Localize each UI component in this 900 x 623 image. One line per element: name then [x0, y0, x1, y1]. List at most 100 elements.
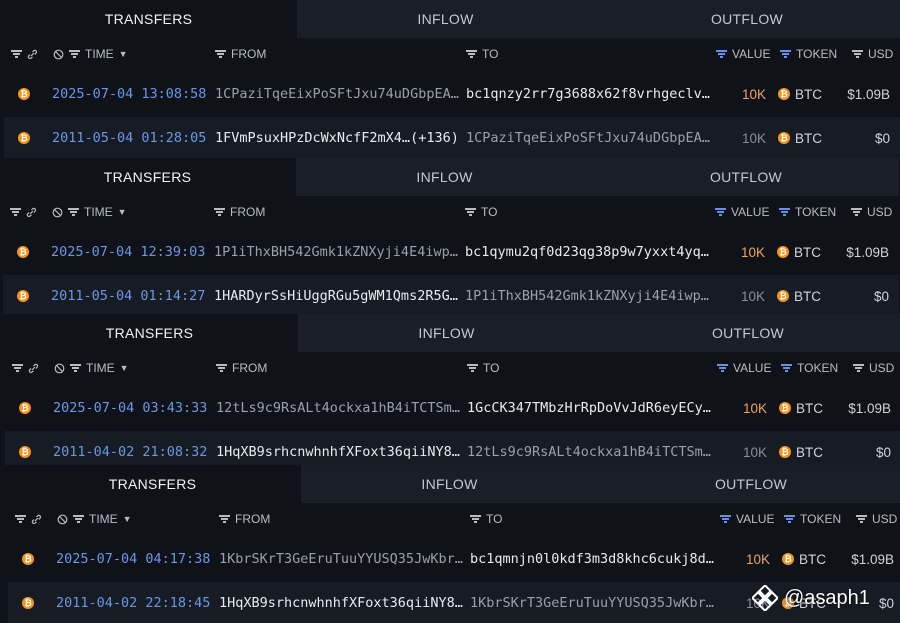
filter-active-icon[interactable]: [784, 515, 795, 523]
filter-icon[interactable]: [466, 50, 477, 58]
column-time[interactable]: TIME: [85, 47, 114, 61]
column-token[interactable]: TOKEN: [796, 47, 837, 61]
filter-icon[interactable]: [12, 364, 23, 372]
tab-inflow[interactable]: INFLOW: [297, 0, 594, 38]
hide-icon[interactable]: [54, 363, 65, 374]
tx-time[interactable]: 2011-05-04 01:28:05: [52, 117, 206, 159]
tab-inflow[interactable]: INFLOW: [298, 314, 595, 352]
column-usd[interactable]: USD: [869, 361, 894, 375]
tab-transfers[interactable]: TRANSFERS: [1, 314, 298, 352]
tab-inflow[interactable]: INFLOW: [301, 465, 598, 503]
table-row[interactable]: ₿ 2025-07-04 13:08:58 1CPaziTqeEixPoSFtJ…: [4, 73, 900, 115]
filter-icon[interactable]: [465, 208, 476, 216]
column-token[interactable]: TOKEN: [795, 205, 836, 219]
table-row[interactable]: ₿ 2025-07-04 03:43:33 12tLs9c9RsALt4ockx…: [5, 387, 900, 429]
link-icon[interactable]: [28, 363, 39, 374]
tx-time[interactable]: 2025-07-04 12:39:03: [51, 231, 205, 273]
filter-active-icon[interactable]: [779, 208, 790, 216]
table-row[interactable]: ₿ 2011-05-04 01:14:27 1HARDyrSsHiUggRGu5…: [3, 275, 899, 317]
tx-time[interactable]: 2025-07-04 13:08:58: [52, 73, 206, 115]
tx-to-address[interactable]: 1KbrSKrT3GeEruTuuYYUSQ35JwKbr…: [470, 582, 714, 623]
filter-icon[interactable]: [856, 515, 867, 523]
tx-from-address[interactable]: 1CPaziTqeEixPoSFtJxu74uDGbpEA…: [215, 73, 459, 115]
sort-caret-icon[interactable]: ▼: [118, 207, 127, 217]
filter-icon[interactable]: [467, 364, 478, 372]
sort-caret-icon[interactable]: ▼: [123, 514, 132, 524]
tx-from-address[interactable]: 1HARDyrSsHiUggRGu5gWM1Qms2R5G…: [214, 275, 458, 317]
tx-to-address[interactable]: bc1qymu2qf0d23qg38p9w7yxxt4yq…: [465, 231, 709, 273]
filter-icon[interactable]: [70, 364, 81, 372]
tx-from-address[interactable]: 1FVmPsuxHPzDcWxNcfF2mX4…(+136): [215, 117, 459, 159]
filter-icon[interactable]: [216, 364, 227, 372]
column-token[interactable]: TOKEN: [800, 512, 841, 526]
tx-from-address[interactable]: 1HqXB9srhcnwhnhfXFoxt36qiiNY8…: [219, 582, 463, 623]
tab-transfers[interactable]: TRANSFERS: [4, 465, 301, 503]
tx-time[interactable]: 2025-07-04 04:17:38: [56, 538, 210, 580]
column-value[interactable]: VALUE: [732, 47, 770, 61]
filter-icon[interactable]: [10, 208, 21, 216]
column-to[interactable]: TO: [482, 47, 498, 61]
table-row[interactable]: ₿ 2025-07-04 04:17:38 1KbrSKrT3GeEruTuuY…: [8, 538, 900, 580]
column-token[interactable]: TOKEN: [797, 361, 838, 375]
filter-icon[interactable]: [219, 515, 230, 523]
column-to[interactable]: TO: [481, 205, 497, 219]
filter-icon[interactable]: [215, 50, 226, 58]
link-icon[interactable]: [26, 207, 37, 218]
tx-time[interactable]: 2011-04-02 22:18:45: [56, 582, 210, 623]
filter-icon[interactable]: [15, 515, 26, 523]
tx-to-address[interactable]: 1GcCK347TMbzHrRpDoVvJdR6eyECy…: [467, 387, 711, 429]
column-to[interactable]: TO: [483, 361, 499, 375]
tx-to-address[interactable]: bc1qmnjn0l0kdf3m3d8khc6cukj8d…: [470, 538, 714, 580]
column-value[interactable]: VALUE: [731, 205, 769, 219]
tx-time[interactable]: 2025-07-04 03:43:33: [53, 387, 207, 429]
tab-outflow[interactable]: OUTFLOW: [593, 158, 899, 196]
filter-icon[interactable]: [853, 364, 864, 372]
tx-time[interactable]: 2011-05-04 01:14:27: [51, 275, 205, 317]
tx-to-address[interactable]: 1P1iThxBH542Gmk1kZNXyji4E4iwp…: [465, 275, 709, 317]
tx-from-address[interactable]: 1P1iThxBH542Gmk1kZNXyji4E4iwp…: [214, 231, 458, 273]
tab-inflow[interactable]: INFLOW: [296, 158, 593, 196]
column-from[interactable]: FROM: [231, 47, 266, 61]
table-row[interactable]: ₿ 2011-05-04 01:28:05 1FVmPsuxHPzDcWxNcf…: [4, 117, 900, 159]
column-value[interactable]: VALUE: [733, 361, 771, 375]
table-row[interactable]: ₿ 2025-07-04 12:39:03 1P1iThxBH542Gmk1kZ…: [3, 231, 899, 273]
sort-caret-icon[interactable]: ▼: [119, 49, 128, 59]
column-time[interactable]: TIME: [86, 361, 115, 375]
column-usd[interactable]: USD: [868, 47, 893, 61]
tab-transfers[interactable]: TRANSFERS: [0, 0, 297, 38]
tx-to-address[interactable]: 1CPaziTqeEixPoSFtJxu74uDGbpEA…: [466, 117, 710, 159]
filter-icon[interactable]: [470, 515, 481, 523]
column-from[interactable]: FROM: [232, 361, 267, 375]
filter-active-icon[interactable]: [716, 50, 727, 58]
filter-icon[interactable]: [214, 208, 225, 216]
link-icon[interactable]: [27, 49, 38, 60]
hide-icon[interactable]: [57, 514, 68, 525]
tx-from-address[interactable]: 1KbrSKrT3GeEruTuuYYUSQ35JwKbr…: [219, 538, 463, 580]
tab-transfers[interactable]: TRANSFERS: [0, 158, 296, 196]
filter-active-icon[interactable]: [780, 50, 791, 58]
hide-icon[interactable]: [52, 207, 63, 218]
filter-icon[interactable]: [851, 208, 862, 216]
filter-icon[interactable]: [69, 50, 80, 58]
filter-icon[interactable]: [73, 515, 84, 523]
filter-icon[interactable]: [11, 50, 22, 58]
sort-caret-icon[interactable]: ▼: [120, 363, 129, 373]
column-usd[interactable]: USD: [867, 205, 892, 219]
tab-outflow[interactable]: OUTFLOW: [598, 465, 900, 503]
filter-active-icon[interactable]: [781, 364, 792, 372]
filter-active-icon[interactable]: [717, 364, 728, 372]
tab-outflow[interactable]: OUTFLOW: [595, 314, 900, 352]
column-usd[interactable]: USD: [872, 512, 897, 526]
column-value[interactable]: VALUE: [736, 512, 774, 526]
filter-icon[interactable]: [68, 208, 79, 216]
column-time[interactable]: TIME: [84, 205, 113, 219]
filter-icon[interactable]: [852, 50, 863, 58]
tab-outflow[interactable]: OUTFLOW: [594, 0, 900, 38]
tx-to-address[interactable]: bc1qnzy2rr7g3688x62f8vrhgeclv…: [466, 73, 710, 115]
hide-icon[interactable]: [53, 49, 64, 60]
column-time[interactable]: TIME: [89, 512, 118, 526]
column-from[interactable]: FROM: [235, 512, 270, 526]
column-to[interactable]: TO: [486, 512, 502, 526]
tx-from-address[interactable]: 12tLs9c9RsALt4ockxa1hB4iTCTSm…: [216, 387, 460, 429]
filter-active-icon[interactable]: [720, 515, 731, 523]
